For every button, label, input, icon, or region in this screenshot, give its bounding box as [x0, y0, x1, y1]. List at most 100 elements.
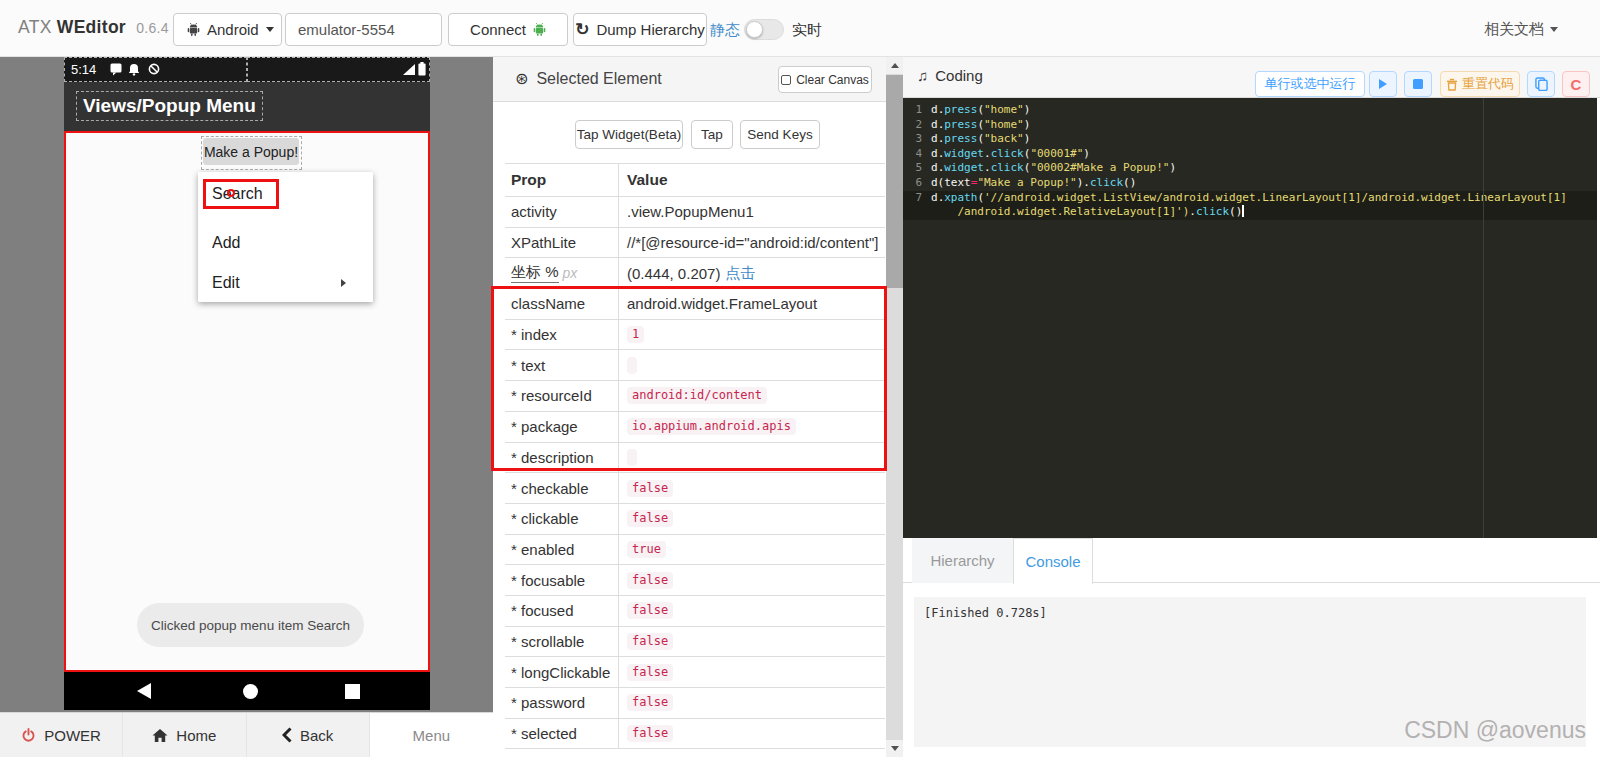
scrollbar-thumb[interactable] — [886, 75, 903, 288]
app-brand: ATX WEditor 0.6.4 — [18, 17, 169, 38]
prop-label: * resourceId — [505, 381, 618, 411]
prop-value: .view.PopupMenu1 — [618, 197, 885, 227]
hierarchy-overlay-box: Views/Popup Menu — [76, 91, 263, 121]
prop-value: false — [618, 504, 885, 534]
platform-select[interactable]: Android — [173, 13, 282, 46]
make-popup-button: Make a Popup! — [203, 138, 299, 165]
inspector-panel: ⊛ Selected Element Clear Canvas Tap Widg… — [493, 57, 903, 757]
code-line-4: 4d.widget.click("00001#") — [903, 147, 1597, 162]
platform-select-label: Android — [207, 21, 259, 38]
code-line-7-wrap: /android.widget.RelativeLayout[1]').clic… — [903, 205, 1597, 220]
prop-label: * enabled — [505, 535, 618, 565]
docs-dropdown-label: 相关文档 — [1484, 20, 1544, 39]
scroll-up-button[interactable] — [886, 57, 903, 74]
prop-value — [618, 350, 885, 380]
prop-label: * text — [505, 350, 618, 380]
prop-value: true — [618, 535, 885, 565]
reload-button[interactable]: C — [1562, 71, 1590, 97]
coding-header: ♫ Coding 单行或选中运行 重置代码 C — [903, 57, 1600, 98]
menu-item-label: Search — [212, 185, 263, 203]
prop-value: false — [618, 565, 885, 595]
prop-row-activity: activity.view.PopupMenu1 — [505, 197, 885, 228]
prop-label: * description — [505, 443, 618, 473]
android-icon — [533, 22, 546, 37]
status-time: 5:14 — [71, 62, 96, 77]
popup-menu-item-search: Search — [198, 179, 373, 209]
column-header-value: Value — [618, 164, 885, 196]
back-button[interactable]: Back — [247, 713, 370, 757]
prop-row-focused: * focusedfalse — [505, 596, 885, 627]
home-button-label: Home — [176, 727, 216, 744]
docs-dropdown[interactable]: 相关文档 — [1484, 20, 1558, 39]
reset-code-button[interactable]: 重置代码 — [1440, 71, 1520, 97]
inspector-scrollbar[interactable] — [886, 57, 903, 757]
menu-button[interactable]: Menu — [370, 713, 493, 757]
device-serial-input[interactable] — [285, 13, 442, 46]
code-line-7: 7d.xpath('//android.widget.ListView/andr… — [903, 191, 1597, 206]
line-number: 4 — [903, 147, 931, 162]
prop-row-longClickable: * longClickablefalse — [505, 657, 885, 688]
prop-value: android.widget.FrameLayout — [618, 289, 885, 319]
battery-icon — [418, 62, 426, 76]
line-number: 2 — [903, 118, 931, 133]
brand-version: 0.6.4 — [136, 20, 169, 36]
tap-button[interactable]: Tap — [691, 120, 733, 149]
inspector-header: ⊛ Selected Element Clear Canvas — [493, 57, 886, 102]
prop-row-focusable: * focusablefalse — [505, 565, 885, 596]
play-button[interactable] — [1369, 71, 1397, 97]
dump-hierarchy-button[interactable]: ↻ Dump Hierarchy — [573, 13, 707, 46]
prop-value: 1 — [618, 320, 885, 350]
refresh-icon: ↻ — [575, 21, 589, 38]
prop-label: * focused — [505, 596, 618, 626]
clear-canvas-label: Clear Canvas — [796, 73, 869, 87]
connect-button-label: Connect — [470, 21, 526, 38]
prop-row-text: * text — [505, 350, 885, 381]
tab-hierarchy[interactable]: Hierarchy — [912, 538, 1013, 583]
music-icon: ♫ — [917, 67, 928, 84]
home-button[interactable]: Home — [123, 713, 246, 757]
clear-canvas-button[interactable]: Clear Canvas — [778, 66, 872, 93]
connect-button[interactable]: Connect — [448, 13, 568, 46]
line-number — [903, 205, 931, 220]
prop-label: * clickable — [505, 504, 618, 534]
tap-widget-button[interactable]: Tap Widget(Beta) — [575, 120, 683, 149]
prop-value: false — [618, 688, 885, 718]
scroll-down-button[interactable] — [886, 740, 903, 757]
send-keys-button[interactable]: Send Keys — [740, 120, 820, 149]
menu-button-label: Menu — [413, 727, 451, 744]
prop-label: 坐标 %px — [505, 258, 618, 288]
status-bar: 5:14 — [64, 57, 430, 82]
code-editor[interactable]: 1d.press("home")2d.press("home")3d.press… — [903, 98, 1597, 538]
prop-value: false — [618, 473, 885, 503]
column-header-prop: Prop — [505, 164, 618, 196]
device-screen-mirror[interactable]: 5:14 Views/Popup Menu Make a P — [64, 57, 430, 710]
toast-message: Clicked popup menu item Search — [137, 603, 364, 647]
asterisk-icon: ⊛ — [515, 69, 528, 88]
prop-label: * selected — [505, 719, 618, 749]
prop-row-package: * packageio.appium.android.apis — [505, 412, 885, 443]
prop-label: * checkable — [505, 473, 618, 503]
play-icon — [1379, 79, 1387, 89]
mode-toggle[interactable] — [744, 19, 784, 40]
power-button[interactable]: POWER — [0, 713, 123, 757]
prop-row-className: classNameandroid.widget.FrameLayout — [505, 289, 885, 320]
nav-home-icon — [243, 684, 258, 699]
prop-row-resourceId: * resourceIdandroid:id/content — [505, 381, 885, 412]
stop-button[interactable] — [1404, 71, 1432, 97]
toggle-knob — [746, 21, 763, 38]
property-table-header: Prop Value — [505, 164, 885, 197]
run-selection-button[interactable]: 单行或选中运行 — [1255, 71, 1365, 97]
copy-icon — [1535, 77, 1548, 91]
prop-row-password: * passwordfalse — [505, 688, 885, 719]
submenu-arrow-icon — [341, 279, 346, 287]
app-title: Views/Popup Menu — [83, 95, 256, 117]
prop-value: android:id/content — [618, 381, 885, 411]
coding-title: ♫ Coding — [917, 67, 983, 84]
screen-content: Make a Popup! Search Add Edit Clicked po… — [64, 131, 430, 672]
reload-icon: C — [1571, 76, 1582, 93]
stop-icon — [1413, 79, 1423, 89]
menu-item-label: Add — [212, 234, 240, 252]
tab-console[interactable]: Console — [1013, 538, 1093, 584]
tap-coords-link[interactable]: 点击 — [725, 264, 755, 283]
copy-button[interactable] — [1527, 71, 1555, 97]
